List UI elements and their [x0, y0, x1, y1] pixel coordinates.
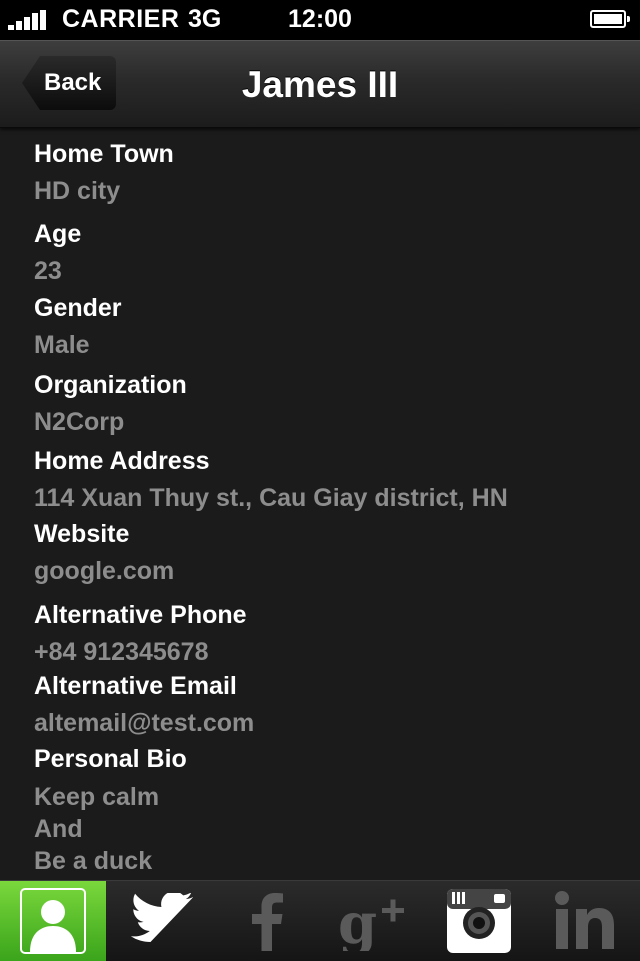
google-plus-icon: g [338, 891, 404, 951]
tab-facebook[interactable] [213, 881, 319, 961]
field-value-home-address: 114 Xuan Thuy st., Cau Giay district, HN [34, 484, 508, 512]
linkedin-icon [555, 891, 614, 949]
tab-profile[interactable] [0, 881, 106, 961]
field-label-website: Website [34, 520, 130, 548]
svg-text:g: g [338, 891, 377, 951]
battery-icon [590, 10, 630, 28]
profile-details: Home Town HD city Age 23 Gender Male Org… [34, 126, 624, 880]
twitter-icon [130, 893, 193, 943]
field-label-home-address: Home Address [34, 447, 210, 475]
instagram-icon [447, 889, 511, 953]
field-label-personal-bio: Personal Bio [34, 745, 187, 773]
field-value-gender: Male [34, 331, 90, 359]
field-value-home-town: HD city [34, 177, 121, 205]
field-label-alternative-email: Alternative Email [34, 672, 237, 700]
field-value-alternative-email: altemail@test.com [34, 709, 255, 737]
field-value-alternative-phone: +84 912345678 [34, 638, 209, 666]
bio-line: Be a duck [34, 847, 153, 875]
tab-twitter[interactable] [107, 881, 213, 961]
tab-linkedin[interactable] [533, 881, 639, 961]
field-value-organization: N2Corp [34, 408, 125, 436]
status-bar: CARRIER 3G 12:00 [0, 0, 640, 40]
profile-icon [20, 888, 86, 954]
facebook-icon [252, 893, 283, 951]
field-label-gender: Gender [34, 294, 122, 322]
tab-google-plus[interactable]: g [320, 881, 426, 961]
social-tab-bar: g [0, 880, 640, 961]
field-label-age: Age [34, 220, 82, 248]
tab-instagram[interactable] [426, 881, 532, 961]
field-value-website: google.com [34, 557, 175, 585]
field-value-age: 23 [34, 257, 62, 285]
page-title: James III [241, 64, 399, 105]
bio-line: Keep calm [34, 783, 160, 811]
status-time: 12:00 [288, 5, 352, 33]
field-label-organization: Organization [34, 371, 187, 399]
field-label-alternative-phone: Alternative Phone [34, 601, 247, 629]
field-label-home-town: Home Town [34, 140, 174, 168]
bio-line: And [34, 815, 83, 843]
